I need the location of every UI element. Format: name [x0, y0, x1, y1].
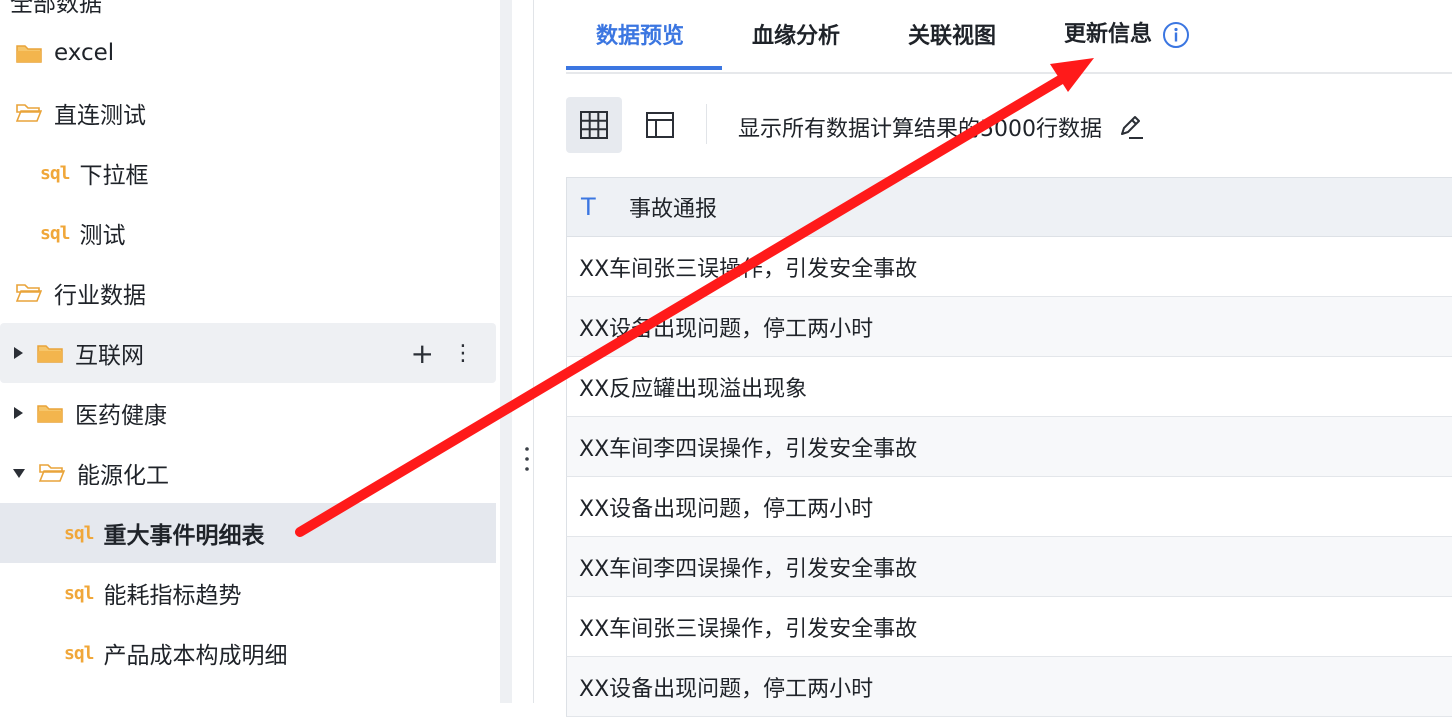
sql-icon: sql: [64, 642, 94, 664]
tab-data-preview[interactable]: 数据预览: [596, 18, 684, 50]
table-row: XX反应罐出现溢出现象: [566, 357, 1452, 417]
table-header[interactable]: T 事故通报: [566, 177, 1452, 237]
tree-item-label: 测试: [79, 223, 126, 249]
table-row: XX车间张三误操作，引发安全事故: [566, 597, 1452, 657]
row-limit-label: 显示所有数据计算结果的5000行数据: [738, 117, 1102, 142]
more-icon[interactable]: ⋮: [452, 341, 474, 366]
edit-icon[interactable]: [1117, 113, 1145, 141]
tree-item-label: 下拉框: [79, 163, 149, 189]
tree-item-internet[interactable]: 互联网 + ⋮: [0, 323, 496, 383]
tree-item-major-events[interactable]: sql 重大事件明细表: [0, 503, 496, 563]
tree-item-test[interactable]: sql 测试: [40, 203, 126, 263]
row-limit-text: 显示所有数据计算结果的5000行数据: [738, 111, 1145, 143]
layout-icon: [646, 112, 674, 138]
folder-icon: [37, 343, 63, 363]
folder-icon: [37, 403, 63, 423]
table-row: XX车间张三误操作，引发安全事故: [566, 237, 1452, 297]
data-preview-table: T 事故通报 XX车间张三误操作，引发安全事故 XX设备出现问题，停工两小时 X…: [566, 177, 1452, 717]
tab-lineage-analysis[interactable]: 血缘分析: [752, 18, 840, 50]
sql-icon: sql: [40, 222, 70, 244]
tree-item-product-cost[interactable]: sql 产品成本构成明细: [64, 623, 288, 683]
text-type-icon: T: [581, 193, 596, 221]
tree-item-energy-trend[interactable]: sql 能耗指标趋势: [64, 563, 242, 623]
tab-update-info-label: 更新信息: [1064, 22, 1153, 47]
tree-item-label: 能耗指标趋势: [103, 583, 242, 609]
folder-open-icon: [16, 283, 42, 303]
column-header-label: 事故通报: [629, 197, 718, 222]
table-row: XX车间李四误操作，引发安全事故: [566, 417, 1452, 477]
folder-open-icon: [39, 463, 65, 483]
tab-relation-view[interactable]: 关联视图: [908, 18, 996, 50]
sql-icon: sql: [64, 582, 94, 604]
data-tree-sidebar: 全部数据 excel 直连测试 sql 下拉框 sql 测试 行业数据 互联网 …: [0, 0, 500, 703]
grid-view-button[interactable]: [566, 97, 622, 153]
table-row: XX设备出现问题，停工两小时: [566, 297, 1452, 357]
expand-arrow-icon[interactable]: [14, 407, 23, 419]
tree-item-label: 互联网: [75, 343, 144, 369]
tree-item-medical-health[interactable]: 医药健康: [0, 383, 167, 443]
tree-item-energy-chemical[interactable]: 能源化工: [0, 443, 169, 503]
table-row: XX车间李四误操作，引发安全事故: [566, 537, 1452, 597]
tree-item-label: 医药健康: [75, 403, 167, 429]
panel-splitter[interactable]: [500, 0, 512, 703]
tree-item-label: excel: [54, 40, 115, 66]
tree-item-label: 产品成本构成明细: [103, 643, 288, 669]
tree-item-label: 重大事件明细表: [103, 523, 265, 549]
active-tab-indicator: [566, 66, 722, 70]
info-icon[interactable]: [1162, 21, 1190, 49]
tree-item-label: 行业数据: [54, 283, 146, 309]
table-row: XX设备出现问题，停工两小时: [566, 657, 1452, 717]
folder-icon: [16, 43, 42, 63]
tree-item-label: 能源化工: [77, 463, 169, 489]
grid-icon: [580, 111, 608, 139]
table-row: XX设备出现问题，停工两小时: [566, 477, 1452, 537]
sql-icon: sql: [40, 162, 70, 184]
tree-item-direct-test[interactable]: 直连测试: [16, 83, 146, 143]
sql-icon: sql: [64, 522, 94, 544]
tree-item-excel[interactable]: excel: [16, 23, 114, 83]
folder-open-icon: [16, 103, 42, 123]
tree-root-label: 全部数据: [10, 0, 102, 17]
tab-bar: 数据预览 血缘分析 关联视图 更新信息: [566, 0, 1452, 74]
toolbar-divider: [706, 104, 707, 144]
add-icon[interactable]: +: [411, 337, 434, 370]
layout-view-button[interactable]: [632, 97, 688, 153]
tree-item-industry-data[interactable]: 行业数据: [16, 263, 146, 323]
tab-update-info[interactable]: 更新信息: [1064, 16, 1190, 49]
tree-item-label: 直连测试: [54, 103, 146, 129]
collapse-arrow-icon[interactable]: [13, 468, 25, 478]
tree-item-dropdown[interactable]: sql 下拉框: [40, 143, 149, 203]
expand-arrow-icon[interactable]: [14, 347, 23, 359]
